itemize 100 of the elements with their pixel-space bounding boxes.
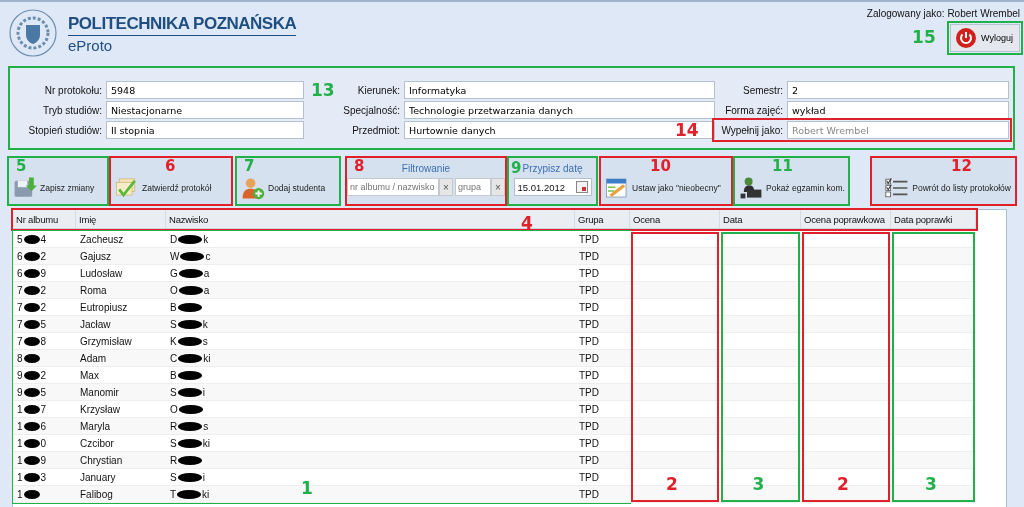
table-cell[interactable]	[801, 452, 891, 469]
table-cell: B	[170, 301, 203, 313]
input-field[interactable]: 2	[787, 81, 1009, 99]
filter-field[interactable]: grupa	[455, 178, 491, 196]
clear-button[interactable]: ×	[439, 178, 453, 196]
table-cell: TPD	[579, 250, 599, 262]
input-field[interactable]: Niestacjonarne	[106, 101, 304, 119]
input-field[interactable]: Robert Wrembel	[787, 121, 1009, 139]
table-cell[interactable]	[630, 350, 720, 367]
field-label: Tryb studiów:	[41, 104, 103, 116]
table-cell[interactable]	[891, 316, 976, 333]
table-cell[interactable]	[720, 282, 801, 299]
filter-title: Filtrowanie	[401, 163, 451, 174]
table-cell: 7 5	[17, 318, 47, 330]
table-cell[interactable]	[630, 333, 720, 350]
table-cell: Adam	[80, 352, 107, 364]
table-cell[interactable]	[891, 350, 976, 367]
annotation-number: 13	[311, 82, 335, 99]
table-cell: W c	[170, 250, 211, 262]
table-cell[interactable]	[630, 265, 720, 282]
column-header[interactable]: Grupa	[575, 210, 630, 228]
table-cell: 7 2	[17, 284, 47, 296]
table-cell: S i	[170, 471, 205, 483]
input-field[interactable]: Informatyka	[404, 81, 715, 99]
table-cell[interactable]	[720, 350, 801, 367]
table-cell[interactable]	[630, 401, 720, 418]
table-cell: 7 2	[17, 301, 47, 313]
table-cell: R	[170, 454, 204, 466]
date-field[interactable]: 15.01.2012	[513, 178, 592, 196]
table-cell: TPD	[579, 454, 599, 466]
table-cell[interactable]	[630, 418, 720, 435]
filter-field[interactable]: nr albumu / nazwisko	[347, 178, 439, 196]
table-cell: TPD	[579, 420, 599, 432]
input-field[interactable]: wykład	[787, 101, 1009, 119]
table-cell[interactable]	[801, 384, 891, 401]
university-logo-icon	[8, 8, 58, 58]
table-cell[interactable]	[891, 282, 976, 299]
table-cell: TPD	[579, 318, 599, 330]
table-cell: Krzysław	[80, 403, 120, 415]
table-cell[interactable]	[720, 418, 801, 435]
table-cell[interactable]	[630, 282, 720, 299]
app-name: eProto	[68, 37, 114, 54]
field-label: Nr protokołu:	[43, 84, 103, 96]
table-cell: 7 8	[17, 335, 47, 347]
checklist-icon	[885, 176, 910, 200]
table-cell[interactable]	[891, 248, 976, 265]
table-cell: B	[170, 369, 203, 381]
column-header[interactable]: Data poprawki	[891, 210, 976, 228]
annotation-number: 3	[752, 476, 765, 493]
logout-button[interactable]: Wyloguj	[950, 24, 1020, 52]
table-cell: S i	[170, 386, 205, 398]
table-cell: TPD	[579, 267, 599, 279]
table-cell: C ki	[170, 352, 211, 364]
table-cell: TPD	[579, 335, 599, 347]
table-cell[interactable]	[801, 316, 891, 333]
table-cell[interactable]	[720, 384, 801, 401]
column-header[interactable]: Ocena	[630, 210, 720, 228]
table-cell: Gajusz	[80, 250, 112, 262]
table-cell[interactable]	[630, 248, 720, 265]
column-header[interactable]: Ocena poprawkowa	[801, 210, 891, 228]
table-cell: TPD	[579, 284, 599, 296]
table-cell: Max	[80, 369, 99, 381]
table-cell: T ki	[170, 488, 210, 500]
person-desk-icon	[739, 176, 763, 200]
input-field[interactable]: Technologie przetwarzania danych	[404, 101, 715, 119]
table-cell[interactable]	[801, 282, 891, 299]
power-icon	[955, 27, 978, 49]
column-header[interactable]: Nr albumu	[13, 210, 76, 228]
table-cell[interactable]	[630, 316, 720, 333]
table-cell[interactable]	[891, 418, 976, 435]
table-cell: O	[170, 403, 204, 415]
input-field[interactable]: 5948	[106, 81, 304, 99]
column-header[interactable]: Imię	[76, 210, 166, 228]
table-cell[interactable]	[801, 418, 891, 435]
table-cell: TPD	[579, 386, 599, 398]
table-cell[interactable]	[720, 452, 801, 469]
clear-button[interactable]: ×	[491, 178, 505, 196]
table-cell: January	[80, 471, 116, 483]
annotation-number: 1	[301, 480, 313, 497]
annotation-number: 9	[511, 161, 522, 176]
table-cell[interactable]	[801, 350, 891, 367]
table-cell[interactable]	[891, 452, 976, 469]
table-cell[interactable]	[630, 231, 720, 248]
table-cell: Czcibor	[80, 437, 114, 449]
column-header[interactable]: Data	[720, 210, 801, 228]
table-cell[interactable]	[801, 248, 891, 265]
table-cell[interactable]	[630, 452, 720, 469]
annotation-number: 12	[951, 159, 972, 174]
input-field[interactable]: II stopnia	[106, 121, 304, 139]
table-cell[interactable]	[720, 316, 801, 333]
table-cell[interactable]	[891, 384, 976, 401]
save-icon	[13, 176, 37, 200]
table-cell: TPD	[579, 403, 599, 415]
table-cell: Ludosław	[80, 267, 123, 279]
table-cell[interactable]	[630, 384, 720, 401]
table-cell[interactable]	[630, 435, 720, 452]
table-cell[interactable]	[720, 248, 801, 265]
table-cell: K s	[170, 335, 208, 347]
table-cell[interactable]	[630, 299, 720, 316]
table-cell[interactable]	[630, 367, 720, 384]
